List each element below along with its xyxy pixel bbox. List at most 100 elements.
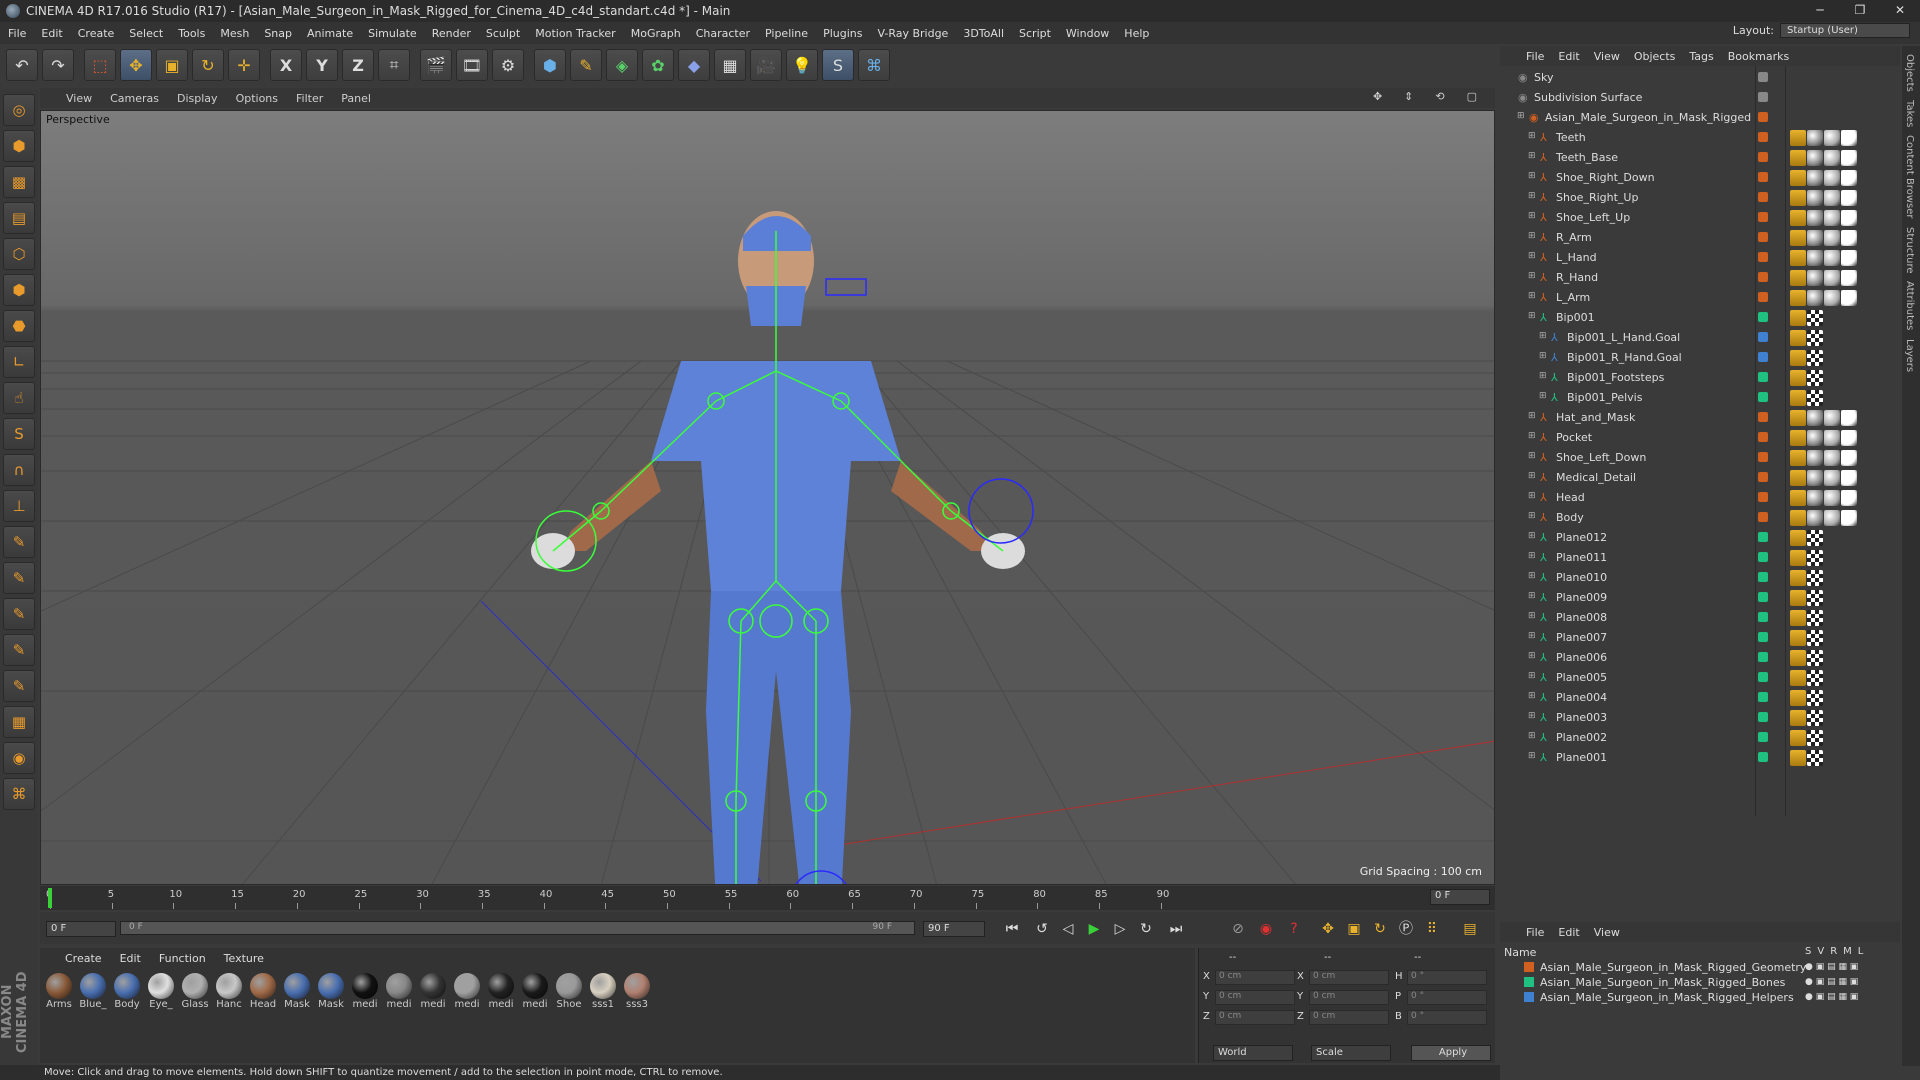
frame-range-slider[interactable]: 0 F 90 F [120, 921, 915, 935]
object-name[interactable]: Asian_Male_Surgeon_in_Mask_Rigged [1545, 111, 1751, 124]
end-frame-field[interactable]: 90 F [923, 921, 985, 937]
material-tag-icon[interactable] [1841, 270, 1857, 286]
material-tag-icon[interactable] [1841, 190, 1857, 206]
expand-toggle-icon[interactable]: ⊞ [1517, 111, 1529, 123]
object-name[interactable]: R_Arm [1556, 231, 1592, 244]
object-row[interactable]: ⊞ ⅄ Plane007 [1500, 628, 1900, 648]
material-menu-texture[interactable]: Texture [224, 952, 264, 965]
object-row[interactable]: ⊞ ⅄ Shoe_Right_Down [1500, 168, 1900, 188]
material-menu-edit[interactable]: Edit [120, 952, 141, 965]
autokey-button[interactable]: ? [1282, 918, 1306, 940]
record-keys-button[interactable]: ⊘ [1226, 918, 1250, 940]
material-tag-icon[interactable] [1841, 150, 1857, 166]
live-selection-button[interactable]: ⬚ [84, 49, 116, 81]
material-tag-icon[interactable] [1807, 170, 1823, 186]
tag-icon[interactable] [1807, 690, 1823, 706]
go-to-end-button[interactable]: ⏭ [1164, 918, 1188, 940]
viewport-menu-view[interactable]: View [66, 92, 92, 105]
brush-icon[interactable]: ✎ [3, 526, 35, 558]
object-name[interactable]: Shoe_Right_Up [1556, 191, 1638, 204]
y-axis-lock-button[interactable]: Y [306, 49, 338, 81]
tag-icon[interactable] [1790, 550, 1806, 566]
object-menu-tags[interactable]: Tags [1689, 50, 1713, 63]
object-name[interactable]: Shoe_Left_Down [1556, 451, 1646, 464]
render-settings-button[interactable]: ⚙ [492, 49, 524, 81]
material-tag-icon[interactable] [1824, 450, 1840, 466]
tag-icon[interactable] [1807, 350, 1823, 366]
object-row[interactable]: ⊞ ⅄ Plane001 [1500, 748, 1900, 768]
material-swatch[interactable]: Body [112, 973, 142, 1010]
material-tag-icon[interactable] [1824, 150, 1840, 166]
material-tag-icon[interactable] [1841, 210, 1857, 226]
material-tag-icon[interactable] [1841, 470, 1857, 486]
cube-object-button[interactable]: ⬢ [534, 49, 566, 81]
material-tag-icon[interactable] [1807, 510, 1823, 526]
python-button[interactable]: ⌘ [858, 49, 890, 81]
key-pla-button[interactable]: ⠿ [1420, 918, 1444, 940]
tag-icon[interactable] [1807, 550, 1823, 566]
layer-toggle-icons[interactable]: ● ▣ ▤ ▦ ▣ [1805, 992, 1885, 1002]
viewport-menu-display[interactable]: Display [177, 92, 218, 105]
expand-toggle-icon[interactable]: ⊞ [1528, 311, 1540, 323]
menu-sculpt[interactable]: Sculpt [486, 27, 520, 40]
object-name[interactable]: Plane003 [1556, 711, 1607, 724]
material-tag-icon[interactable] [1790, 230, 1806, 246]
material-tag-icon[interactable] [1790, 190, 1806, 206]
material-swatch[interactable]: medi [418, 973, 448, 1010]
key-parameter-button[interactable]: Ⓟ [1394, 918, 1418, 940]
tag-icon[interactable] [1790, 630, 1806, 646]
object-row[interactable]: ⊞ ⅄ Head [1500, 488, 1900, 508]
object-menu-view[interactable]: View [1594, 50, 1620, 63]
tag-icon[interactable] [1807, 310, 1823, 326]
material-tag-icon[interactable] [1807, 430, 1823, 446]
playhead[interactable] [48, 888, 52, 908]
material-tag-icon[interactable] [1824, 270, 1840, 286]
expand-toggle-icon[interactable]: ⊞ [1528, 251, 1540, 263]
object-row[interactable]: ⊞ ⅄ Plane005 [1500, 668, 1900, 688]
expand-toggle-icon[interactable]: ⊞ [1528, 231, 1540, 243]
coord-value-field[interactable]: 0 cm [1215, 970, 1295, 985]
side-tab-attributes[interactable]: Attributes [1904, 281, 1915, 330]
material-tag-icon[interactable] [1824, 510, 1840, 526]
layer-row[interactable]: Asian_Male_Surgeon_in_Mask_Rigged_Bones ●… [1500, 975, 1900, 990]
object-name[interactable]: Plane001 [1556, 751, 1607, 764]
flatten-brush-icon[interactable]: ✎ [3, 670, 35, 702]
material-tag-icon[interactable] [1841, 510, 1857, 526]
object-name[interactable]: Plane006 [1556, 651, 1607, 664]
tag-icon[interactable] [1790, 570, 1806, 586]
tweak-mode-icon[interactable]: ☝ [3, 382, 35, 414]
expand-toggle-icon[interactable]: ⊞ [1528, 511, 1540, 523]
material-tag-icon[interactable] [1790, 170, 1806, 186]
object-row[interactable]: ⊞ ⅄ Plane003 [1500, 708, 1900, 728]
material-tag-icon[interactable] [1824, 290, 1840, 306]
object-name[interactable]: Sky [1534, 71, 1553, 84]
menu-plugins[interactable]: Plugins [823, 27, 862, 40]
grid-snap-icon[interactable]: ▦ [3, 706, 35, 738]
object-name[interactable]: Medical_Detail [1556, 471, 1636, 484]
object-name[interactable]: Plane005 [1556, 671, 1607, 684]
sculpt-brush-icon[interactable]: ✎ [3, 634, 35, 666]
material-tag-icon[interactable] [1824, 250, 1840, 266]
tag-icon[interactable] [1790, 710, 1806, 726]
menu-edit[interactable]: Edit [41, 27, 62, 40]
object-row[interactable]: ⊞ ◉ Asian_Male_Surgeon_in_Mask_Rigged [1500, 108, 1900, 128]
tag-icon[interactable] [1807, 370, 1823, 386]
apply-button[interactable]: Apply [1411, 1045, 1491, 1061]
material-tag-icon[interactable] [1790, 150, 1806, 166]
layer-menu-edit[interactable]: Edit [1558, 926, 1579, 939]
move-view-icon[interactable]: ✥ [1373, 90, 1382, 103]
workplane-icon[interactable]: ⊥ [3, 490, 35, 522]
material-tag-icon[interactable] [1807, 230, 1823, 246]
object-name[interactable]: Shoe_Left_Up [1556, 211, 1630, 224]
material-tag-icon[interactable] [1790, 410, 1806, 426]
object-name[interactable]: Plane002 [1556, 731, 1607, 744]
object-name[interactable]: Head [1556, 491, 1585, 504]
object-name[interactable]: Plane012 [1556, 531, 1607, 544]
coord-value-field[interactable]: 0 ° [1407, 990, 1487, 1005]
coord-value-field[interactable]: 0 cm [1215, 990, 1295, 1005]
material-tag-icon[interactable] [1790, 250, 1806, 266]
object-name[interactable]: Teeth_Base [1556, 151, 1618, 164]
material-tag-icon[interactable] [1841, 290, 1857, 306]
menu-motion-tracker[interactable]: Motion Tracker [535, 27, 615, 40]
smooth-brush-icon[interactable]: ✎ [3, 598, 35, 630]
